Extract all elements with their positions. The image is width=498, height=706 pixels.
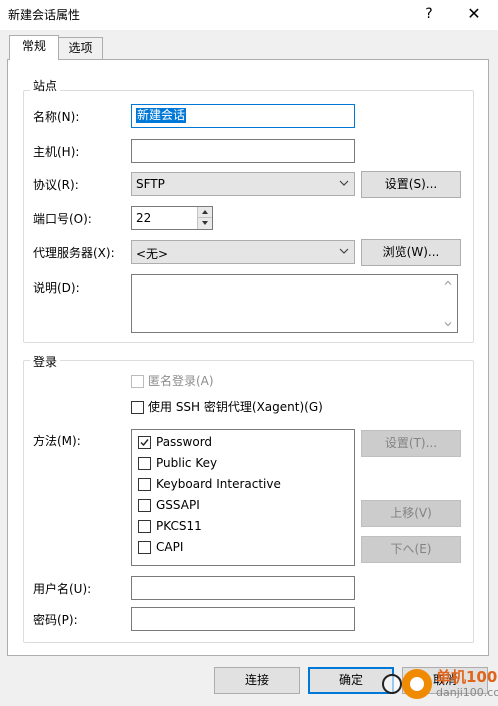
port-increment-button[interactable] (197, 207, 212, 218)
username-label: 用户名(U): (33, 582, 92, 596)
method-checkbox[interactable] (138, 520, 151, 533)
move-up-button[interactable]: 上移(V) (361, 500, 461, 527)
method-item-keyboard-interactive[interactable]: Keyboard Interactive (138, 477, 348, 493)
host-label: 主机(H): (33, 145, 80, 159)
login-group-title: 登录 (30, 353, 61, 370)
watermark-text: 单机100网 (436, 668, 498, 686)
method-item-password[interactable]: Password (138, 435, 348, 451)
description-textarea[interactable] (131, 274, 458, 333)
arrow-up-icon (202, 210, 208, 214)
name-field[interactable]: 新建会话 (131, 104, 355, 128)
protocol-label: 协议(R): (33, 178, 79, 192)
method-checkbox[interactable] (138, 436, 151, 449)
password-field[interactable] (131, 607, 355, 631)
window-title: 新建会话属性 (8, 8, 81, 22)
checkmark-icon (140, 439, 149, 447)
title-bar: 新建会话属性 ? ✕ (0, 0, 498, 30)
protocol-value: SFTP (136, 177, 165, 191)
port-spinner[interactable]: 22 (131, 206, 213, 230)
close-button[interactable]: ✕ (462, 3, 486, 25)
host-field[interactable] (131, 139, 355, 163)
proxy-label: 代理服务器(X): (33, 246, 115, 260)
tab-general[interactable]: 常规 (9, 35, 59, 60)
method-checkbox[interactable] (138, 499, 151, 512)
proxy-value: <无> (136, 247, 169, 261)
port-value: 22 (136, 211, 152, 225)
method-item-pkcs11[interactable]: PKCS11 (138, 519, 348, 535)
connect-button[interactable]: 连接 (214, 667, 300, 694)
magnifier-icon (382, 674, 402, 694)
help-button[interactable]: ? (418, 3, 440, 25)
site-group-title: 站点 (30, 77, 61, 94)
name-field-value: 新建会话 (136, 108, 187, 123)
watermark: 单机100网 danji100.com (356, 662, 498, 706)
method-item-gssapi[interactable]: GSSAPI (138, 498, 348, 514)
port-label: 端口号(O): (33, 212, 92, 226)
method-checkbox[interactable] (138, 478, 151, 491)
watermark-logo (402, 669, 432, 699)
tab-options[interactable]: 选项 (58, 37, 103, 59)
method-item-label: GSSAPI (156, 498, 200, 512)
port-decrement-button[interactable] (197, 218, 212, 229)
password-label: 密码(P): (33, 613, 78, 627)
protocol-select[interactable]: SFTP (131, 172, 355, 196)
method-checkbox[interactable] (138, 457, 151, 470)
method-item-label: Password (156, 435, 213, 449)
scroll-up-icon (444, 280, 452, 285)
method-item-label: CAPI (156, 540, 184, 554)
chevron-down-icon (339, 248, 349, 254)
method-item-public-key[interactable]: Public Key (138, 456, 348, 472)
scroll-down-icon (444, 322, 452, 327)
method-item-label: PKCS11 (156, 519, 202, 533)
method-item-label: Keyboard Interactive (156, 477, 281, 491)
move-down-button[interactable]: 下へ(E) (361, 536, 461, 563)
method-item-capi[interactable]: CAPI (138, 540, 348, 556)
watermark-url: danji100.com (436, 686, 498, 699)
ssh-agent-label: 使用 SSH 密钥代理(Xagent)(G) (148, 400, 323, 414)
description-scrollbar[interactable] (440, 275, 457, 332)
protocol-settings-button[interactable]: 设置(S)... (361, 171, 461, 198)
anonymous-checkbox[interactable] (131, 375, 144, 388)
username-field[interactable] (131, 576, 355, 600)
proxy-browse-button[interactable]: 浏览(W)... (361, 239, 461, 266)
method-item-label: Public Key (156, 456, 218, 470)
method-label: 方法(M): (33, 434, 81, 448)
chevron-down-icon (339, 180, 349, 186)
anonymous-label: 匿名登录(A) (148, 374, 214, 388)
method-listbox[interactable]: Password Public Key Keyboard Interactive… (131, 429, 355, 566)
method-settings-button[interactable]: 设置(T)... (361, 430, 461, 457)
proxy-select[interactable]: <无> (131, 240, 355, 264)
description-label: 说明(D): (33, 281, 80, 295)
arrow-down-icon (202, 221, 208, 225)
method-checkbox[interactable] (138, 541, 151, 554)
name-label: 名称(N): (33, 110, 80, 124)
ssh-agent-checkbox[interactable] (131, 401, 144, 414)
